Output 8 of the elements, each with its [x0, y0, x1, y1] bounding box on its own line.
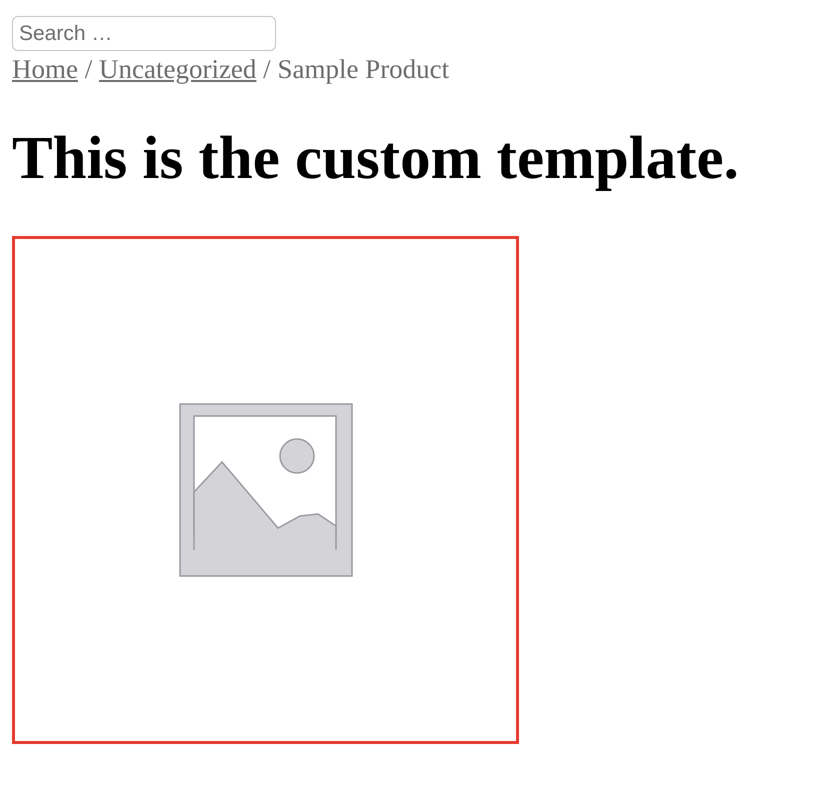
- page-heading: This is the custom template.: [12, 125, 740, 192]
- breadcrumb-current: Sample Product: [277, 54, 450, 84]
- breadcrumb-link[interactable]: Uncategorized: [99, 54, 256, 84]
- image-placeholder-icon: [178, 402, 354, 578]
- breadcrumb-link[interactable]: Home: [12, 54, 78, 84]
- breadcrumb-separator: /: [84, 54, 94, 84]
- search-field[interactable]: Search …: [12, 16, 276, 51]
- breadcrumb-separator: /: [262, 54, 272, 84]
